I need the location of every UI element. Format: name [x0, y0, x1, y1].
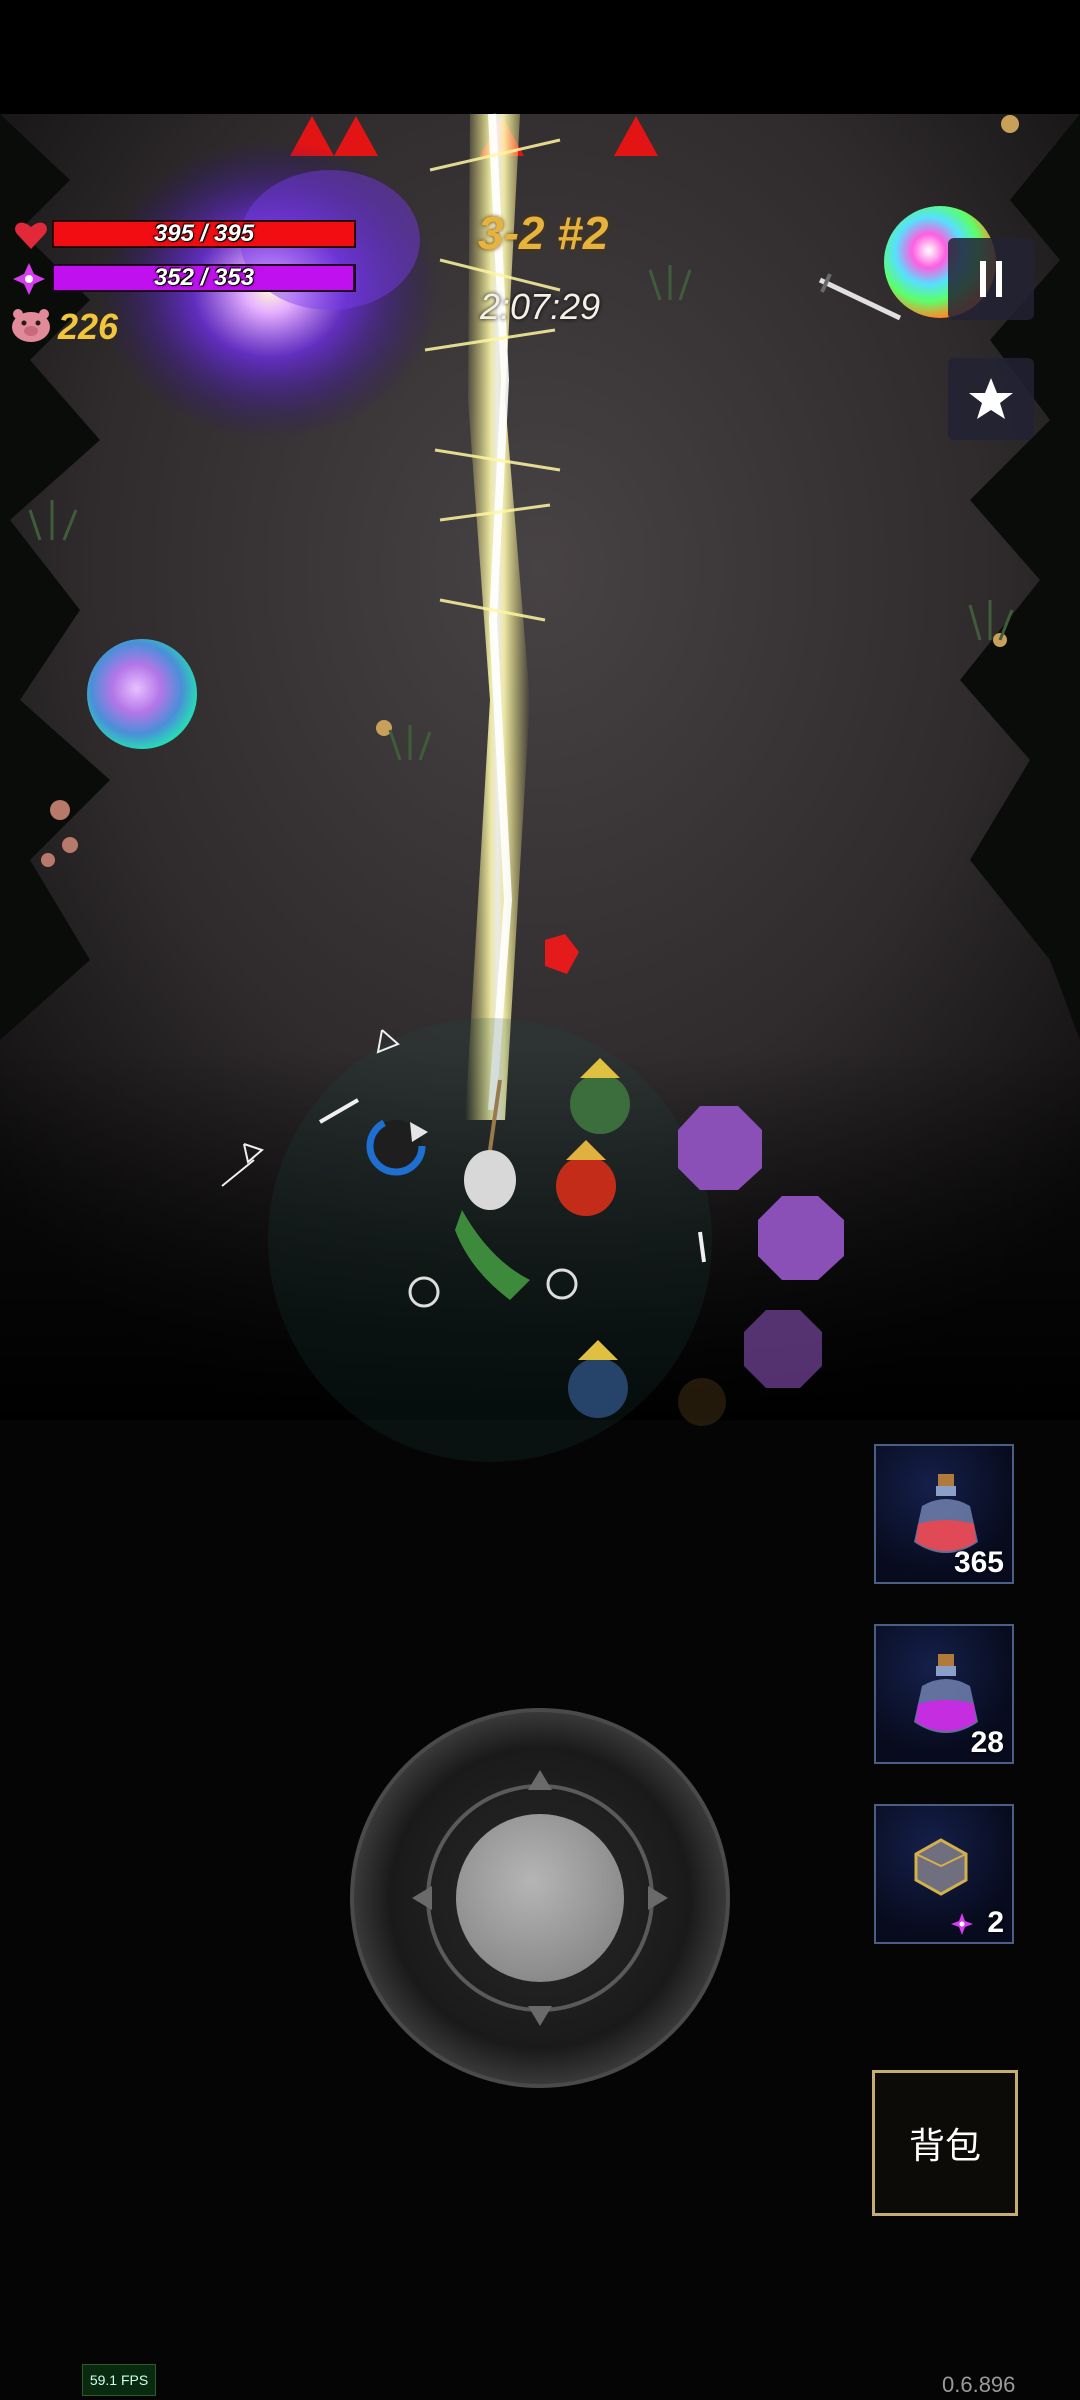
magic-orb — [87, 639, 197, 749]
gem-item-count: 2 — [987, 1906, 1004, 1939]
pause-icon — [980, 261, 1002, 297]
virtual-joystick[interactable] — [350, 1708, 730, 2088]
mana-text: 352 / 353 — [153, 264, 255, 291]
health-potion-count: 365 — [953, 1546, 1004, 1579]
mana-potion-slot[interactable]: 28 — [874, 1624, 1014, 1764]
version-label: 0.6.896 — [942, 2372, 1016, 2397]
mana-bar: 352 / 353 — [52, 264, 356, 292]
d20-gem-icon — [914, 1838, 968, 1896]
fps-counter: 59.1 FPS — [82, 2364, 156, 2396]
favorite-star-button[interactable] — [948, 358, 1034, 440]
backpack-label: 背包 — [908, 2125, 981, 2166]
mana-diamond-icon — [13, 263, 45, 295]
player-aura — [268, 1018, 712, 1462]
stage-label: 3-2 #2 — [478, 207, 609, 259]
mana-diamond-icon — [951, 1913, 973, 1935]
gem-item-slot[interactable]: 2 — [874, 1804, 1014, 1944]
piggy-bank-icon — [12, 309, 50, 342]
game-scene — [0, 0, 1080, 2400]
health-potion-slot[interactable]: 365 — [874, 1444, 1014, 1584]
health-text: 395 / 395 — [153, 220, 255, 247]
coin-count: 226 — [58, 306, 119, 347]
backpack-button[interactable]: 背包 — [872, 2070, 1018, 2216]
mana-potion-count: 28 — [970, 1726, 1004, 1759]
elapsed-timer: 2:07:29 — [480, 286, 601, 327]
health-bar: 395 / 395 — [52, 220, 356, 248]
heart-icon — [15, 222, 47, 249]
joystick-knob[interactable] — [456, 1814, 624, 1982]
star-icon — [969, 378, 1013, 419]
pause-button[interactable] — [948, 238, 1034, 320]
